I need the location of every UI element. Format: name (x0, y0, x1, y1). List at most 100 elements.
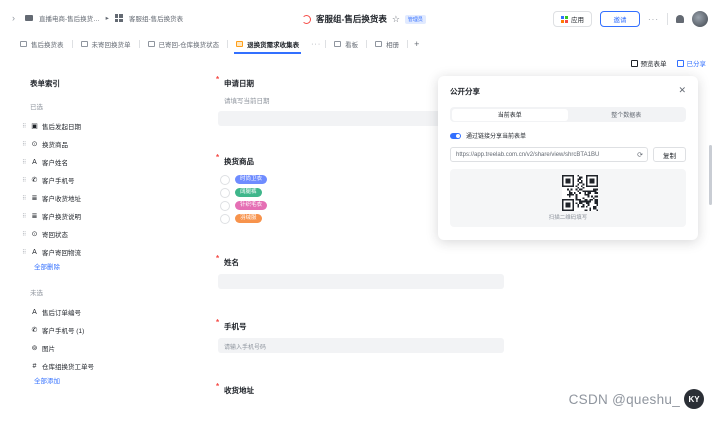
calendar-icon: ▣ (31, 123, 38, 130)
required-mark: * (216, 382, 220, 391)
refresh-icon[interactable]: ⟳ (635, 151, 643, 159)
radio-button[interactable] (220, 187, 230, 198)
qr-caption: 扫描二维码填写 (548, 215, 588, 221)
multiline-text-icon: ≣ (31, 213, 38, 220)
form-view-icon (236, 41, 244, 47)
view-tabs: 售后换货表 未寄回换货单 已寄回-仓库换货状态 退换货需求收集表 ··· 看板 … (0, 36, 720, 54)
text-icon: A (32, 308, 37, 316)
gallery-view-icon (375, 41, 383, 47)
list-item[interactable]: ⠿ ≣ 客户换货说明 (22, 207, 182, 225)
drag-handle-icon[interactable]: ⠿ (22, 213, 30, 220)
field-name-label: 客户收货地址 (42, 196, 81, 203)
tab-label: 退换货需求收集表 (247, 42, 300, 49)
selected-heading: 已选 (30, 104, 43, 111)
more-icon[interactable]: ··· (648, 15, 659, 24)
list-item[interactable]: ⠿ A 客户姓名 (22, 153, 182, 171)
tab-unreturned[interactable]: 未寄回换货单 (73, 36, 139, 52)
list-item[interactable]: ✆ 客户手机号 (1) (22, 321, 182, 339)
expand-sidebar-icon[interactable]: › (12, 13, 15, 23)
preview-label: 预览表单 (640, 61, 667, 68)
app-button[interactable]: 应用 (553, 11, 592, 27)
preview-icon (630, 60, 638, 67)
drag-handle-icon[interactable]: ⠿ (22, 177, 30, 184)
drag-handle-icon[interactable]: ⠿ (22, 231, 30, 238)
field-name-label: 售后订单编号 (42, 310, 81, 317)
phone-input[interactable]: 请输入手机号码 (218, 338, 504, 353)
list-item[interactable]: ⠿ ▣ 售后发起日期 (22, 117, 182, 135)
tab-return-request-form[interactable]: 退换货需求收集表 (228, 36, 307, 54)
tab-kanban[interactable]: 看板 (326, 36, 366, 52)
list-item[interactable]: ⠿ ≣ 客户收货地址 (22, 189, 182, 207)
attachment-icon: ⊚ (31, 345, 38, 352)
delete-all-link[interactable]: 全部删除 (34, 261, 182, 275)
field-name-label: 客户手机号 (1) (42, 328, 85, 335)
tab-whole-table[interactable]: 整个数据表 (568, 109, 685, 121)
apps-icon (561, 15, 568, 23)
watermark-logo: KY (684, 389, 704, 409)
grid-view-icon (80, 41, 88, 47)
name-input[interactable] (218, 274, 504, 289)
share-link-row: https://app.treelab.com.cn/v2/share/view… (450, 147, 686, 162)
field-name-label: 换货商品 (42, 142, 68, 149)
option-chip: 时尚卫衣 (235, 175, 268, 184)
add-view-icon[interactable]: + (414, 39, 419, 49)
share-link-field[interactable]: https://app.treelab.com.cn/v2/share/view… (450, 147, 648, 162)
radio-button[interactable] (220, 200, 230, 211)
title-text[interactable]: 客服组-售后换货表 (316, 13, 387, 25)
phone-icon: ✆ (31, 327, 38, 334)
breadcrumb-table[interactable]: 客服组-售后换货表 (129, 13, 183, 23)
shared-button[interactable]: 已分享 (676, 58, 706, 68)
share-icon (676, 60, 684, 67)
radio-button[interactable] (220, 174, 230, 185)
tab-current-form[interactable]: 当前表单 (451, 108, 568, 121)
drag-handle-icon[interactable]: ⠿ (22, 159, 30, 166)
number-icon: # (32, 362, 37, 370)
field-label-text: 手机号 (224, 322, 247, 331)
tab-label: 相册 (386, 42, 400, 49)
form-index-panel: 表单索引 已选 ⠿ ▣ 售后发起日期 ⠿ ⊙ 换货商品 ⠿ A 客户姓名 ⠿ ✆ 客户手机号 ⠿ ≣ 客户收… (22, 78, 182, 389)
single-select-icon: ⊙ (31, 141, 38, 148)
list-item[interactable]: ⠿ ⊙ 换货商品 (22, 135, 182, 153)
app-label: 应用 (571, 17, 584, 24)
field-label: * 姓名 (216, 254, 506, 268)
list-item[interactable]: # 仓库组换货工单号 (22, 357, 182, 375)
tab-gallery[interactable]: 相册 (367, 36, 407, 52)
copy-button[interactable]: 复制 (653, 147, 686, 162)
list-item[interactable]: ⠿ ⊙ 寄回状态 (22, 225, 182, 243)
tab-returned-status[interactable]: 已寄回-仓库换货状态 (140, 36, 228, 52)
required-mark: * (216, 318, 220, 327)
drag-handle-icon[interactable]: ⠿ (22, 123, 30, 130)
divider (667, 13, 668, 25)
list-item[interactable]: ⠿ A 客户寄回物流 (22, 243, 182, 261)
required-mark: * (216, 75, 220, 84)
text-icon: A (32, 158, 37, 166)
drag-handle-icon[interactable]: ⠿ (22, 195, 30, 202)
field-phone: * 手机号 请输入手机号码 (216, 318, 506, 353)
link-share-toggle[interactable] (450, 132, 461, 139)
preview-form-button[interactable]: 预览表单 (630, 58, 667, 68)
star-icon[interactable]: ☆ (392, 14, 400, 25)
close-icon[interactable]: ✕ (678, 85, 686, 96)
top-bar: › 直播电商-售后换货… ▸ 客服组-售后换货表 客服组-售后换货表 ☆ 管理员… (0, 0, 720, 36)
field-name-label: 寄回状态 (42, 232, 68, 239)
field-name-label: 图片 (42, 346, 55, 353)
field-name: * 姓名 (216, 254, 506, 289)
breadcrumb-workspace[interactable]: 直播电商-售后换货… (39, 13, 100, 23)
drag-handle-icon[interactable]: ⠿ (22, 141, 30, 148)
list-item[interactable]: ⊚ 图片 (22, 339, 182, 357)
radio-button[interactable] (220, 213, 230, 224)
field-label-text: 换货商品 (224, 157, 254, 166)
bell-icon[interactable] (676, 15, 684, 23)
required-mark: * (216, 254, 220, 263)
list-item[interactable]: A 售后订单编号 (22, 303, 182, 321)
tab-after-sales-table[interactable]: 售后换货表 (12, 36, 72, 52)
breadcrumb: › 直播电商-售后换货… ▸ 客服组-售后换货表 (12, 13, 183, 23)
avatar[interactable] (692, 11, 708, 27)
list-item[interactable]: ⠿ ✆ 客户手机号 (22, 171, 182, 189)
scrollbar-thumb[interactable] (709, 145, 712, 205)
add-all-link[interactable]: 全部添加 (34, 375, 182, 389)
invite-button[interactable]: 邀请 (600, 11, 640, 27)
field-name-label: 客户手机号 (42, 178, 75, 185)
drag-handle-icon[interactable]: ⠿ (22, 249, 30, 256)
tab-more-icon[interactable]: ··· (311, 41, 321, 48)
